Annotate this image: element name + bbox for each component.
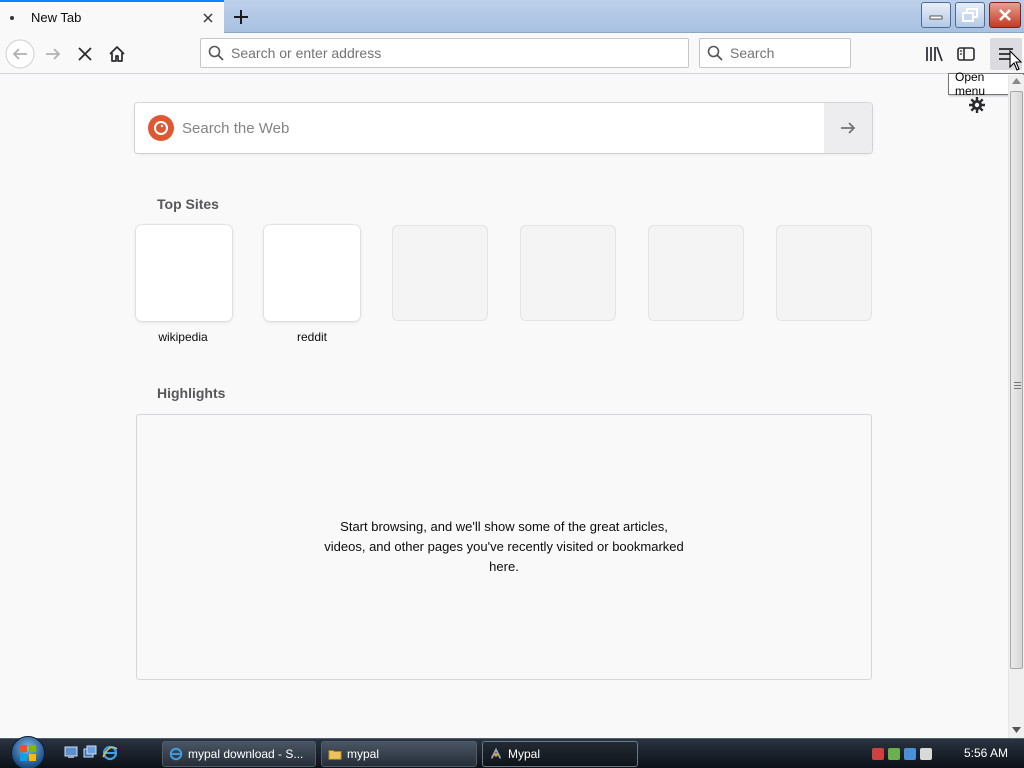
minimize-button[interactable] [921, 2, 951, 28]
top-site-label[interactable]: wikipedia [135, 330, 231, 344]
web-search-box[interactable] [135, 103, 872, 153]
forward-button[interactable] [37, 38, 69, 70]
vertical-scrollbar[interactable] [1008, 75, 1024, 738]
library-icon [926, 46, 943, 62]
new-tab-button[interactable] [228, 4, 254, 30]
taskbar-clock[interactable]: 5:56 AM [964, 746, 1008, 760]
duckduckgo-logo-icon [148, 115, 174, 141]
customize-settings-button[interactable] [967, 95, 987, 118]
stop-icon [78, 47, 92, 61]
volume-icon[interactable] [920, 748, 932, 760]
top-site-label[interactable]: reddit [264, 330, 360, 344]
mypal-app-icon [490, 747, 502, 759]
minimize-icon [929, 15, 943, 20]
security-alert-icon[interactable] [872, 748, 884, 760]
taskbar-button-label: mypal download - S... [188, 747, 304, 761]
gear-icon [969, 97, 985, 113]
taskbar-button-label: Mypal [508, 747, 541, 761]
tab-loading-indicator [10, 15, 14, 20]
search-input[interactable] [730, 45, 850, 61]
taskbar-button-folder[interactable]: mypal [321, 741, 477, 767]
top-sites-heading: Top Sites [157, 196, 219, 212]
start-button[interactable] [8, 735, 48, 768]
folder-icon [328, 750, 342, 760]
search-icon [201, 45, 231, 61]
scroll-up-arrow-icon [1012, 78, 1021, 84]
stop-button[interactable] [69, 38, 101, 70]
switch-windows-icon[interactable] [83, 745, 99, 761]
taskbar-button-mypal[interactable]: Mypal [482, 741, 638, 767]
windows-logo-icon [11, 736, 45, 768]
plus-icon [234, 10, 248, 24]
top-site-placeholder [648, 225, 744, 321]
windows-taskbar: mypal download - S... mypal Mypal 5:56 A… [0, 735, 1024, 768]
mouse-pointer-icon [1009, 49, 1023, 75]
highlights-heading: Highlights [157, 385, 226, 401]
highlights-message: Start browsing, and we'll show some of t… [324, 519, 684, 574]
sidebar-icon [957, 47, 975, 61]
web-search-input[interactable] [182, 119, 824, 137]
ie-icon [169, 747, 183, 761]
library-button[interactable] [918, 38, 950, 70]
search-icon [700, 45, 730, 61]
tab-close-icon[interactable] [196, 6, 220, 30]
system-tray [872, 743, 936, 765]
close-window-button[interactable] [989, 2, 1021, 28]
network-icon[interactable] [904, 748, 916, 760]
show-desktop-icon[interactable] [64, 745, 80, 761]
home-button[interactable] [101, 38, 133, 70]
top-site-tile-reddit[interactable] [264, 225, 360, 321]
back-arrow-icon [5, 39, 35, 69]
scrollbar-thumb[interactable] [1010, 91, 1023, 669]
taskbar-button-ie[interactable]: mypal download - S... [162, 741, 316, 767]
restore-icon [962, 8, 978, 22]
forward-arrow-icon [46, 48, 61, 60]
highlights-empty-state: Start browsing, and we'll show some of t… [136, 414, 872, 680]
top-site-placeholder [520, 225, 616, 321]
sidebar-button[interactable] [950, 38, 982, 70]
top-site-placeholder [776, 225, 872, 321]
address-bar[interactable] [200, 38, 689, 68]
back-button[interactable] [4, 38, 36, 70]
tab-title: New Tab [31, 10, 82, 25]
taskbar-button-label: mypal [347, 747, 380, 761]
tab-new-tab[interactable]: New Tab [0, 0, 224, 33]
top-site-tile-wikipedia[interactable] [136, 225, 232, 321]
internet-explorer-icon[interactable] [102, 745, 118, 761]
scroll-down-arrow-icon [1012, 727, 1021, 733]
search-bar[interactable] [699, 38, 851, 68]
arrow-right-icon [841, 122, 856, 134]
home-icon [109, 46, 125, 62]
close-icon [999, 9, 1011, 21]
url-input[interactable] [231, 45, 688, 61]
search-submit-button[interactable] [824, 103, 872, 153]
navigation-toolbar [0, 34, 1024, 74]
network-status-icon[interactable] [888, 748, 900, 760]
top-site-placeholder [392, 225, 488, 321]
tab-bar: New Tab [0, 0, 1024, 33]
restore-button[interactable] [955, 2, 985, 28]
